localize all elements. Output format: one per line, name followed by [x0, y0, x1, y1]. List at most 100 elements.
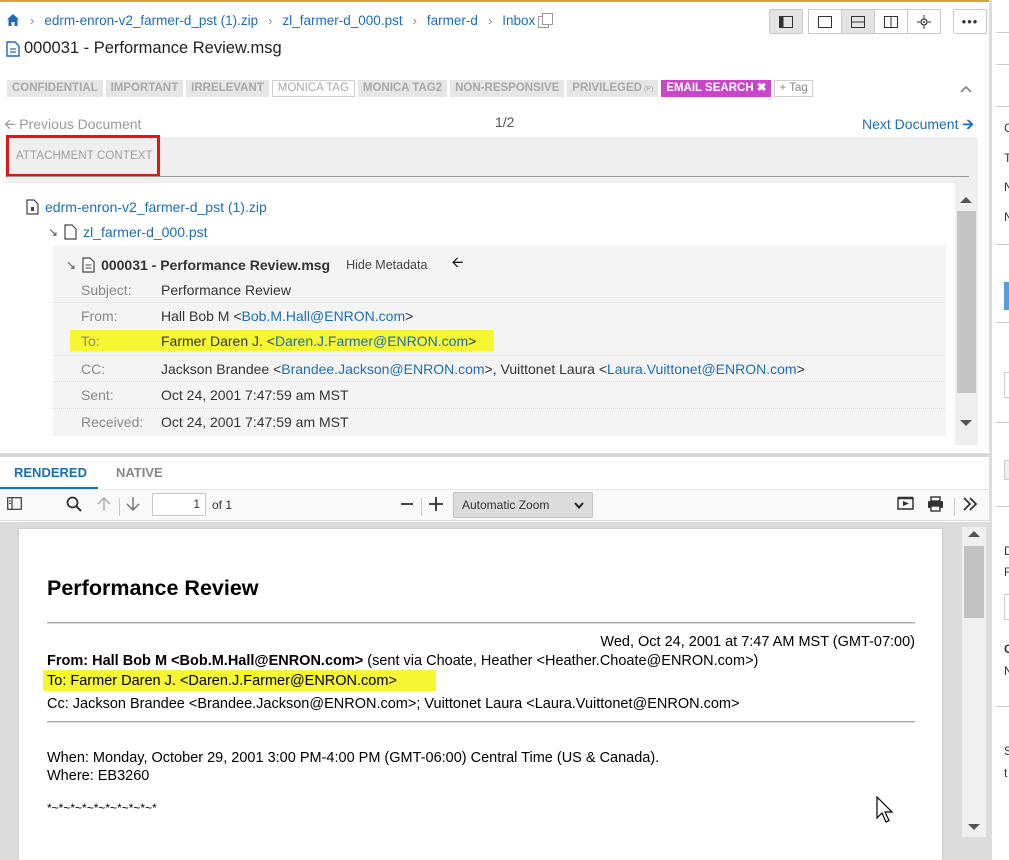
tag-confidential[interactable]: CONFIDENTIAL	[7, 80, 103, 97]
print-icon	[928, 496, 943, 512]
metadata-value: Farmer Daren J. <Daren.J.Farmer@ENRON.co…	[161, 333, 476, 349]
to-email-link[interactable]: Daren.J.Farmer@ENRON.com	[275, 333, 468, 349]
divider	[996, 506, 1009, 507]
search-button[interactable]	[66, 496, 82, 515]
tree-pst-label[interactable]: zl_farmer-d_000.pst	[83, 224, 208, 240]
tag-monica2[interactable]: MONICA TAG2	[357, 80, 448, 97]
tag-email-search[interactable]: EMAIL SEARCH ✖	[661, 80, 772, 97]
breadcrumb-pst[interactable]: zl_farmer-d_000.pst	[283, 13, 403, 28]
zoom-select[interactable]: Automatic Zoom	[453, 492, 593, 518]
pdf-from-line: From: Hall Bob M <Bob.M.Hall@ENRON.com> …	[47, 653, 758, 669]
side-panel-input[interactable]	[1004, 594, 1009, 620]
more-tools-button[interactable]	[962, 496, 978, 515]
red-highlight-box	[6, 135, 160, 177]
minus-icon	[401, 503, 413, 505]
presentation-mode-button[interactable]	[897, 496, 914, 515]
breadcrumb-zip[interactable]: edrm-enron-v2_farmer-d_pst (1).zip	[44, 13, 258, 28]
document-icon	[82, 256, 95, 273]
tag-list: CONFIDENTIAL IMPORTANT IRRELEVANT MONICA…	[7, 80, 813, 97]
previous-page-button[interactable]	[97, 496, 111, 515]
to-end: >	[468, 333, 477, 349]
mouse-cursor-icon	[876, 795, 896, 827]
metadata-value: Oct 24, 2001 7:47:59 am MST	[161, 413, 349, 430]
horizontal-split-button[interactable]	[841, 9, 875, 34]
next-document-label: Next Document	[862, 116, 959, 132]
from-email-link[interactable]: Bob.M.Hall@ENRON.com	[242, 308, 406, 324]
tag-email-search-label: EMAIL SEARCH	[666, 82, 754, 94]
pane-resize-handle[interactable]	[0, 453, 990, 457]
zip-file-icon	[26, 199, 39, 215]
scroll-up-icon[interactable]	[968, 531, 980, 537]
side-panel-text: N	[1004, 210, 1009, 224]
tab-native[interactable]: NATIVE	[116, 465, 163, 480]
scroll-down-icon[interactable]	[960, 420, 972, 426]
cc2-email-link[interactable]: Laura.Vuittonet@ENRON.com	[607, 361, 797, 377]
side-panel-input[interactable]	[1004, 460, 1009, 480]
plus-icon	[429, 497, 443, 511]
copy-icon[interactable]	[538, 13, 554, 28]
side-panel-input[interactable]	[1004, 372, 1009, 398]
home-icon[interactable]	[6, 13, 20, 27]
side-panel-button[interactable]	[1004, 282, 1009, 310]
chevron-up-icon[interactable]	[960, 80, 972, 96]
side-panel-text: F	[1004, 565, 1009, 579]
vertical-split-button[interactable]	[874, 9, 908, 34]
from-name: Hall Bob M <	[161, 307, 242, 324]
scroll-up-icon[interactable]	[960, 197, 972, 203]
arrow-right-icon: 🡪	[962, 116, 974, 132]
document-icon	[6, 40, 20, 57]
tree-zip-label[interactable]: edrm-enron-v2_farmer-d_pst (1).zip	[45, 199, 267, 215]
arrow-left-icon[interactable]: 🡨	[451, 252, 463, 277]
divider	[996, 706, 1009, 707]
to-name: Farmer Daren J. <	[161, 333, 275, 349]
tree-item-pst[interactable]: ↘ zl_farmer-d_000.pst	[48, 224, 208, 240]
pdf-scroll-thumb[interactable]	[964, 546, 984, 618]
analytics-button[interactable]	[907, 9, 941, 34]
breadcrumb-inbox[interactable]: Inbox	[502, 13, 535, 28]
sidebar-layout-icon	[779, 15, 793, 28]
single-pane-button[interactable]	[808, 9, 842, 34]
next-document-link[interactable]: Next Document 🡪	[862, 114, 974, 138]
context-scroll-thumb[interactable]	[957, 211, 976, 393]
add-tag-button[interactable]: + Tag	[774, 80, 813, 97]
zoom-in-button[interactable]	[428, 496, 444, 515]
tag-non-responsive[interactable]: NON-RESPONSIVE	[450, 80, 565, 97]
metadata-value: Hall Bob M <Bob.M.Hall@ENRON.com>	[161, 308, 413, 324]
metadata-key: Subject:	[81, 282, 132, 298]
tag-irrelevant[interactable]: IRRELEVANT	[186, 80, 269, 97]
print-button[interactable]	[927, 496, 944, 515]
cc1-end: >, Vuittonet Laura <	[484, 360, 608, 377]
tree-msg-label: 000031 - Performance Review.msg	[101, 256, 331, 273]
metadata-key: CC:	[81, 360, 106, 377]
metadata-key: Sent:	[81, 386, 114, 403]
divider	[996, 244, 1009, 245]
more-options-button[interactable]: •••	[953, 9, 987, 34]
cc1-email-link[interactable]: Brandee.Jackson@ENRON.com	[281, 361, 484, 377]
pdf-to-line: To: Farmer Daren J. <Daren.J.Farmer@ENRO…	[47, 673, 397, 689]
toggle-sidebar-button[interactable]	[7, 497, 22, 513]
side-panel-text: t	[1004, 766, 1008, 780]
tag-privileged[interactable]: PRIVILEGED (P)	[567, 80, 659, 97]
metadata-value: Jackson Brandee <Brandee.Jackson@ENRON.c…	[161, 361, 805, 377]
sidebar-toggle-button[interactable]	[769, 9, 803, 34]
close-icon[interactable]: ✖	[757, 82, 767, 94]
hide-metadata-button[interactable]: Hide Metadata	[346, 258, 427, 272]
next-page-button[interactable]	[126, 496, 140, 515]
tree-branch-icon: ↘	[66, 257, 77, 272]
side-panel-text: C	[1004, 121, 1009, 135]
tree-item-zip[interactable]: edrm-enron-v2_farmer-d_pst (1).zip	[26, 199, 267, 215]
tab-rendered[interactable]: RENDERED	[14, 465, 87, 480]
scroll-down-icon[interactable]	[968, 824, 980, 830]
chevron-right-icon: ›	[487, 12, 493, 28]
breadcrumb-folder[interactable]: farmer-d	[427, 13, 478, 28]
page-total-label: of 1	[212, 498, 233, 512]
tag-monica[interactable]: MONICA TAG	[271, 80, 355, 97]
side-panel-text: T	[1004, 151, 1009, 165]
tag-important[interactable]: IMPORTANT	[105, 80, 184, 97]
ellipsis-icon: •••	[961, 14, 979, 29]
page-number-input[interactable]: 1	[152, 493, 206, 516]
pdf-rule	[47, 622, 915, 624]
zoom-out-button[interactable]	[400, 496, 414, 515]
side-panel-text: N	[1004, 664, 1009, 678]
previous-document-label: Previous Document	[19, 116, 142, 132]
